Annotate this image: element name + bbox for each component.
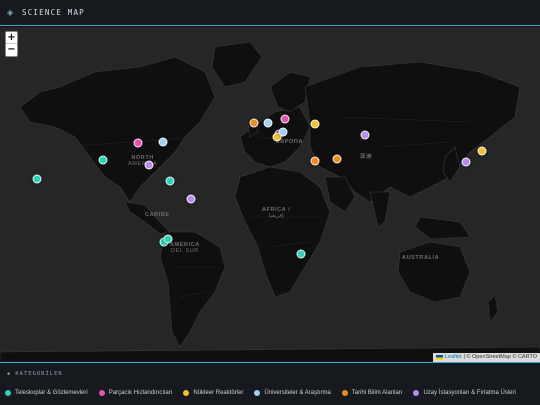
legend-item-label: Nükleer Reaktörler [193, 390, 244, 396]
map-marker[interactable] [163, 234, 173, 244]
map-marker[interactable] [133, 138, 143, 148]
map-label-africa: AFRICA / إفريقيا [262, 207, 290, 219]
legend-item[interactable]: Teleskoplar & Gözlemevleri [5, 390, 88, 396]
legend-item[interactable]: Parçacık Hızlandırıcıları [98, 390, 173, 396]
map-label-text: 亚洲 [360, 154, 373, 160]
legend-title: KATEGORİLER [15, 371, 63, 377]
map-label-subtext: DEL SUR [171, 248, 199, 254]
world-map[interactable]: + − NORTH AMERICA AMERICA DEL SUR AFRICA… [0, 27, 540, 362]
legend-dot-icon [413, 390, 420, 396]
map-marker[interactable] [310, 156, 320, 166]
map-marker[interactable] [310, 119, 320, 129]
legend-dot-icon [341, 390, 348, 396]
legend-item-label: Parçacık Hızlandırıcıları [108, 390, 173, 396]
legend-panel: ◈ KATEGORİLER Teleskoplar & Gözlemevleri… [0, 362, 540, 405]
attribution-text: | © OpenStreetMap © CARTO [463, 354, 537, 360]
diamond-icon: ◈ [7, 371, 12, 377]
legend-dot-icon [254, 390, 261, 396]
map-label-subtext: إفريقيا [268, 213, 284, 219]
app-header: ◈ SCIENCE MAP [0, 0, 540, 26]
map-marker[interactable] [296, 249, 306, 259]
map-marker[interactable] [98, 155, 108, 165]
legend-item[interactable]: Tarihi Bilim Alanları [341, 390, 403, 396]
legend-item-label: Uzay İstasyonları & Fırlatma Üsleri [423, 390, 516, 396]
legend-item[interactable]: Uzay İstasyonları & Fırlatma Üsleri [413, 390, 516, 396]
map-label-south-america: AMERICA DEL SUR [170, 242, 200, 254]
map-marker[interactable] [158, 137, 168, 147]
globe-icon: ◈ [7, 8, 14, 17]
map-marker[interactable] [332, 154, 342, 164]
legend-header: ◈ KATEGORİLER [7, 371, 63, 377]
map-label-australia: AUSTRALIA [402, 255, 439, 261]
map-marker[interactable] [144, 160, 154, 170]
ukraine-flag-icon [435, 355, 443, 360]
zoom-in-button[interactable]: + [6, 32, 17, 44]
map-marker[interactable] [249, 118, 259, 128]
legend-dot-icon [5, 390, 11, 396]
map-marker[interactable] [280, 114, 290, 124]
legend-item-label: Teleskoplar & Gözlemevleri [15, 390, 88, 396]
legend-item-label: Tarihi Bilim Alanları [351, 390, 403, 396]
map-basemap [0, 41, 540, 362]
map-marker[interactable] [32, 174, 42, 184]
zoom-out-button[interactable]: − [6, 44, 17, 56]
map-marker[interactable] [278, 127, 288, 137]
legend-dot-icon [98, 390, 105, 396]
app-title: SCIENCE MAP [22, 8, 85, 17]
legend-item[interactable]: Üniversiteler & Araştırma [254, 390, 331, 396]
map-marker[interactable] [186, 194, 196, 204]
map-label-caribbean: CARIBE [145, 212, 170, 218]
map-attribution: Leaflet | © OpenStreetMap © CARTO [432, 353, 540, 362]
legend-item[interactable]: Nükleer Reaktörler [183, 390, 243, 396]
legend-dot-icon [183, 390, 190, 396]
legend-item-label: Üniversiteler & Araştırma [264, 390, 331, 396]
legend-items: Teleskoplar & Gözlemevleri Parçacık Hızla… [5, 390, 516, 396]
map-marker[interactable] [360, 130, 370, 140]
map-marker[interactable] [477, 146, 486, 156]
map-marker[interactable] [165, 176, 175, 186]
map-label-text: AUSTRALIA [402, 255, 440, 261]
map-label-asia: 亚洲 [360, 152, 372, 160]
map-marker[interactable] [461, 157, 471, 167]
leaflet-link[interactable]: Leaflet [445, 354, 462, 361]
map-label-text: CARIBE [145, 212, 170, 218]
map-marker[interactable] [263, 118, 273, 128]
zoom-control: + − [5, 31, 18, 57]
